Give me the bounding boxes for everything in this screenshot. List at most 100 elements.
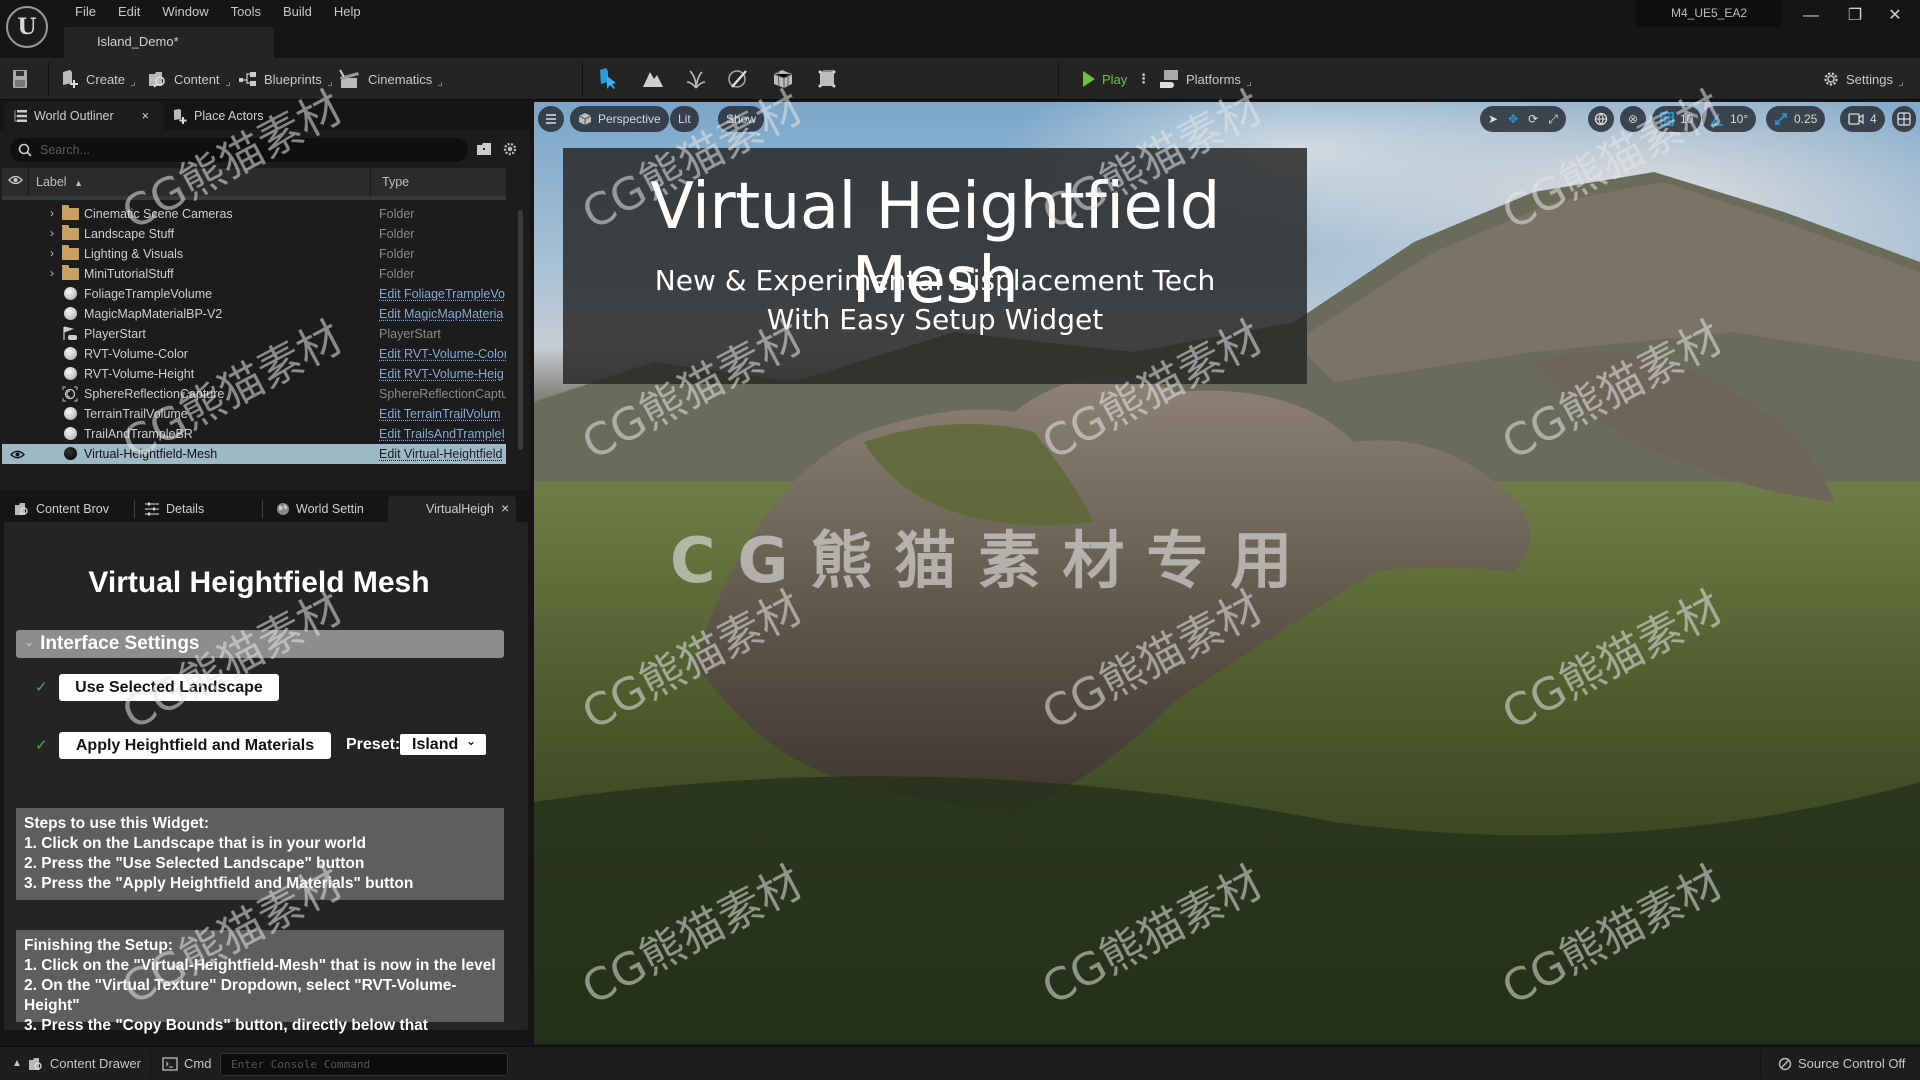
tab-world-settings[interactable]: World Settin [276,496,364,522]
rotation-snap-toggle[interactable]: 10° [1702,106,1757,132]
perspective-dropdown[interactable]: Perspective [570,106,669,132]
close-tab-icon[interactable]: × [501,500,509,516]
outliner-row[interactable]: Virtual-Heightfield-Mesh Edit Virtual-Hei… [2,444,506,464]
outliner-row[interactable]: TerrainTrailVolume Edit TerrainTrailVolum [2,404,506,424]
dropdown-corner-icon [1898,82,1903,86]
menu-build[interactable]: Build [272,3,323,23]
source-control-button[interactable]: Source Control Off [1778,1056,1905,1071]
surface-snap-toggle[interactable]: ⊗ [1620,106,1646,132]
mesh-paint-mode-button[interactable] [728,58,750,100]
column-divider [370,168,371,196]
tab-world-outliner[interactable]: World Outliner × [4,102,164,130]
unreal-logo-icon[interactable]: U [6,6,48,48]
restore-button[interactable]: ❐ [1840,4,1870,28]
type-column-header[interactable]: Type [382,175,409,189]
blueprints-button[interactable]: Blueprints [238,58,332,100]
cinematics-button[interactable]: Cinematics [338,58,443,100]
outliner-row[interactable]: › MiniTutorialStuff Folder [2,264,506,284]
edit-blueprint-link[interactable]: Edit MagicMapMateria [379,307,506,321]
menu-edit[interactable]: Edit [107,3,151,23]
rotate-tool-icon[interactable]: ⟳ [1528,112,1538,126]
search-input[interactable] [40,143,440,157]
eye-icon[interactable] [10,449,25,460]
save-button[interactable] [12,58,28,100]
outliner-row[interactable]: › Landscape Stuff Folder [2,224,506,244]
save-icon [13,70,27,88]
translate-tool-icon[interactable]: ✥ [1508,112,1518,126]
brush-edit-mode-button[interactable] [816,58,838,100]
viewport-menu-button[interactable] [538,106,564,132]
use-selected-landscape-button[interactable]: Use Selected Landscape [59,674,279,701]
cmd-button[interactable]: Cmd [162,1056,211,1071]
fracture-mode-button[interactable] [772,58,794,100]
outliner-row[interactable]: RVT-Volume-Color Edit RVT-Volume-Color [2,344,506,364]
edit-blueprint-link[interactable]: Edit TerrainTrailVolum [379,407,506,421]
select-tool-icon[interactable]: ➤ [1488,112,1498,126]
outliner-row[interactable]: TrailAndTrampleBR Edit TrailsAndTrampleI [2,424,506,444]
close-window-button[interactable]: ✕ [1880,4,1910,28]
platforms-button[interactable]: Platforms [1160,58,1251,100]
menu-tools[interactable]: Tools [220,3,272,23]
outliner-search[interactable] [10,138,468,162]
console-command-input[interactable] [220,1053,508,1076]
close-tab-icon[interactable]: × [142,109,149,123]
tab-virtual-heightfield-widget[interactable]: VirtualHeigh × [388,496,516,522]
select-mode-button[interactable] [598,58,618,100]
tab-details[interactable]: Details [144,496,204,522]
outliner-row[interactable]: FoliageTrampleVolume Edit FoliageTrampleV… [2,284,506,304]
visibility-column-toggle[interactable] [8,174,23,189]
dropdown-corner-icon [1246,82,1251,86]
menu-window[interactable]: Window [151,3,219,23]
world-local-toggle[interactable] [1588,106,1614,132]
apply-heightfield-button[interactable]: Apply Heightfield and Materials [59,732,331,759]
settings-button[interactable]: Settings [1822,58,1903,100]
minimize-button[interactable]: — [1796,4,1826,28]
interface-settings-header[interactable]: ⌄ Interface Settings [16,630,504,658]
content-drawer-button[interactable]: ▲ Content Drawer [12,1056,141,1071]
player-start-icon [62,326,78,344]
add-folder-button[interactable] [476,142,492,161]
title-overlay-card: Virtual Heightfield Mesh New & Experimen… [563,148,1307,384]
outliner-row[interactable]: PlayerStart PlayerStart [2,324,506,344]
play-button[interactable]: Play [1082,58,1127,100]
label-column-header[interactable]: Label ▲ [36,175,83,189]
outliner-row[interactable]: SphereReflectionCapture SphereReflectionC… [2,384,506,404]
edit-blueprint-link[interactable]: Edit RVT-Volume-Heig [379,367,506,381]
outliner-row[interactable]: RVT-Volume-Height Edit RVT-Volume-Heig [2,364,506,384]
edit-blueprint-link[interactable]: Edit TrailsAndTrampleI [379,427,506,441]
grid-snap-toggle[interactable]: 10 [1652,106,1702,132]
layout-grid-icon [1897,112,1911,126]
content-button[interactable]: Content [148,58,230,100]
outliner-row[interactable]: › Cinematic Scene Cameras Folder [2,204,506,224]
scale-snap-toggle[interactable]: 0.25 [1766,106,1826,132]
preset-dropdown[interactable]: Island ⌄ [400,734,486,755]
menu-help[interactable]: Help [323,3,372,23]
edit-blueprint-link[interactable]: Edit Virtual-Heightfield [379,447,506,461]
camera-speed-button[interactable]: 4 [1840,106,1885,132]
outliner-scrollbar[interactable] [518,210,523,450]
menu-file[interactable]: File [64,3,107,23]
edit-blueprint-link[interactable]: Edit RVT-Volume-Color [379,347,506,361]
show-dropdown[interactable]: Show [718,106,765,132]
expand-arrow-icon[interactable]: › [50,206,54,220]
landscape-mode-button[interactable] [642,58,664,100]
expand-arrow-icon[interactable]: › [50,246,54,260]
viewport-layout-button[interactable] [1892,106,1916,132]
finishing-info-box: Finishing the Setup: 1. Click on the "Vi… [16,930,504,1034]
play-options-button[interactable]: ⋮ [1137,58,1150,100]
foliage-mode-button[interactable] [686,58,706,100]
scale-tool-icon[interactable]: ⤢ [1548,112,1558,127]
expand-arrow-icon[interactable]: › [50,226,54,240]
tab-content-browser[interactable]: Content Brov [14,496,109,522]
outliner-row[interactable]: › Lighting & Visuals Folder [2,244,506,264]
create-button[interactable]: Create [60,58,136,100]
outliner-settings-button[interactable] [502,141,518,162]
level-viewport[interactable]: Perspective Lit Show ➤ ✥ ⟳ ⤢ ⊗ 10 10° 0.… [534,102,1920,1044]
level-tab[interactable]: Island_Demo* [64,27,274,58]
row-label: Virtual-Heightfield-Mesh [84,447,218,461]
outliner-row[interactable]: MagicMapMaterialBP-V2 Edit MagicMapMateri… [2,304,506,324]
edit-blueprint-link[interactable]: Edit FoliageTrampleVo [379,287,506,301]
lit-dropdown[interactable]: Lit [670,106,699,132]
expand-arrow-icon[interactable]: › [50,266,54,280]
tab-place-actors[interactable]: Place Actors [172,102,263,130]
